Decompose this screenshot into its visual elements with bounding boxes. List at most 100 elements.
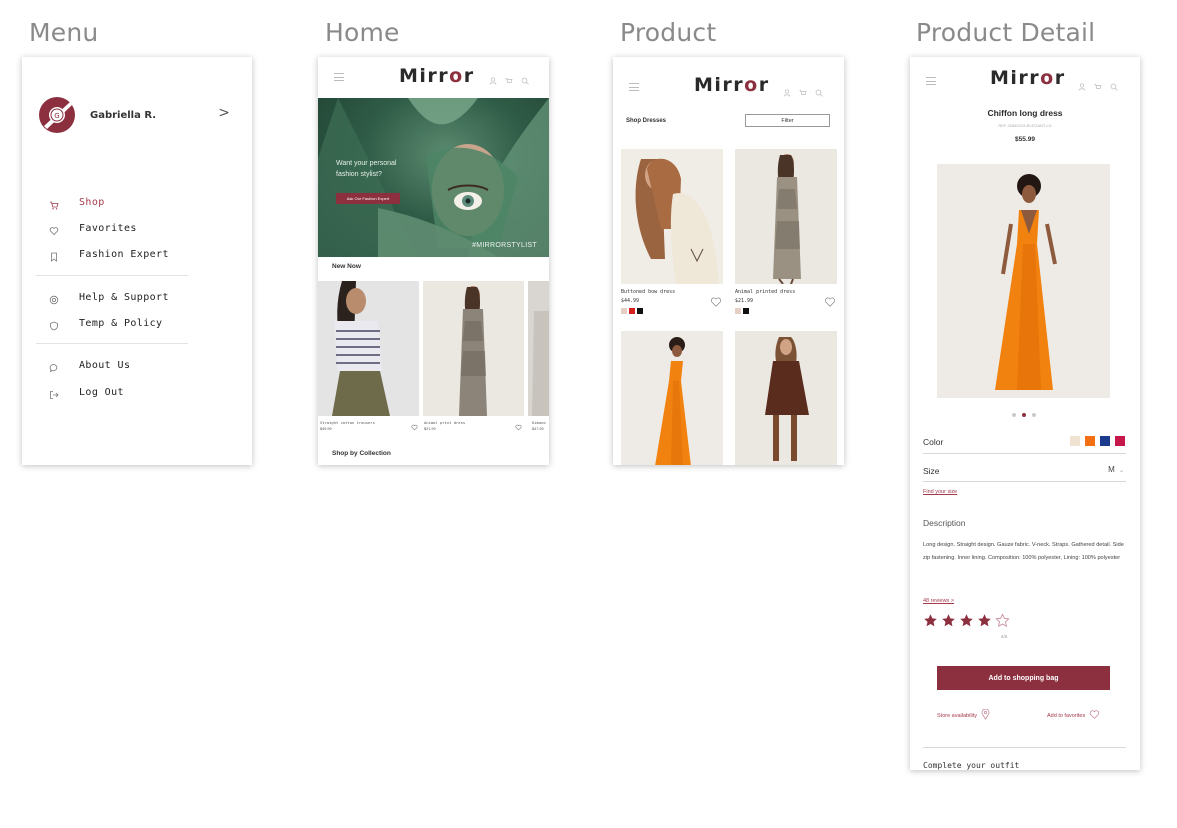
menu-item-temp-policy[interactable]: Temp & Policy [49, 315, 162, 331]
product-price: $44.99 [621, 298, 640, 304]
menu-label: About Us [79, 359, 131, 371]
product-image [735, 149, 837, 284]
brand-logo[interactable]: Mirror [399, 65, 475, 87]
profile-name: Gabriella R. [90, 109, 157, 121]
product-main-image[interactable] [937, 164, 1110, 398]
avatar[interactable]: G [38, 96, 76, 134]
menu-divider [36, 275, 188, 276]
product-card[interactable] [423, 281, 524, 416]
favorite-heart-icon[interactable] [515, 418, 522, 431]
description-heading: Description [923, 518, 966, 528]
product-price: $55.99 [1015, 136, 1035, 143]
color-option[interactable] [1085, 436, 1095, 446]
hero-hashtag: #MIRRORSTYLIST [472, 242, 537, 249]
svg-text:G: G [54, 112, 59, 120]
user-icon[interactable] [1078, 78, 1086, 91]
menu-item-about-us[interactable]: About Us [49, 357, 130, 373]
menu-item-log-out[interactable]: Log Out [49, 384, 124, 400]
filter-button[interactable]: Filter [745, 114, 830, 127]
location-pin-icon [981, 708, 990, 722]
add-to-shopping-bag-button[interactable]: Add to shopping bag [937, 666, 1110, 690]
color-swatch[interactable] [637, 308, 643, 314]
shop-dresses-heading: Shop Dresses [626, 118, 667, 124]
shop-by-collection-heading: Shop by Collection [332, 450, 391, 457]
product-card[interactable] [621, 331, 723, 465]
carousel-dot[interactable] [1032, 413, 1036, 417]
user-icon[interactable] [783, 84, 791, 97]
rating-stars[interactable] [923, 613, 1010, 628]
brand-logo[interactable]: Mirror [990, 67, 1066, 89]
product-image [621, 149, 723, 284]
section-title-home: Home [325, 18, 400, 47]
star-empty-icon [995, 613, 1010, 627]
profile-row[interactable]: G Gabriella R. > [38, 97, 238, 133]
product-card[interactable] [735, 149, 837, 284]
color-swatch[interactable] [629, 308, 635, 314]
hero-banner[interactable]: Want your personal fashion stylist? Ask … [318, 98, 549, 257]
app-header: Mirror [613, 57, 844, 97]
star-filled-icon [960, 614, 973, 627]
favorite-heart-icon[interactable] [411, 418, 418, 431]
cart-icon[interactable] [505, 72, 513, 83]
favorite-heart-icon[interactable] [824, 295, 836, 307]
cart-icon [49, 197, 59, 210]
product-price: $47.99 [532, 427, 544, 431]
hamburger-menu-icon[interactable] [334, 73, 344, 81]
color-option[interactable] [1115, 436, 1125, 446]
chat-icon [49, 360, 59, 373]
product-image [621, 331, 723, 465]
search-icon[interactable] [521, 72, 529, 85]
menu-label: Shop [79, 196, 105, 208]
product-name: Animal printed dress [735, 289, 796, 295]
menu-item-help-support[interactable]: Help & Support [49, 289, 169, 305]
logout-icon [49, 387, 59, 399]
carousel-dot-active[interactable] [1022, 413, 1026, 417]
carousel-dot[interactable] [1012, 413, 1016, 417]
reviews-link[interactable]: 48 reviews > [923, 598, 954, 604]
size-select[interactable]: M ⌄ [1108, 465, 1124, 474]
app-header: Mirror [318, 57, 549, 97]
product-price: $21.99 [424, 427, 436, 431]
search-icon[interactable] [1110, 78, 1118, 91]
menu-item-fashion-expert[interactable]: Fashion Expert [49, 246, 169, 262]
product-image [318, 281, 419, 416]
find-your-size-link[interactable]: Find your size [923, 489, 957, 495]
product-card[interactable] [528, 281, 549, 416]
divider [923, 747, 1126, 748]
star-filled-icon [978, 614, 991, 627]
color-swatch[interactable] [743, 308, 749, 314]
hero-text: Want your personal fashion stylist? [336, 160, 397, 178]
menu-item-favorites[interactable]: Favorites [49, 220, 137, 236]
color-swatch[interactable] [735, 308, 741, 314]
chevron-down-icon: ⌄ [1118, 468, 1124, 474]
add-to-favorites-link[interactable]: Add to favorites [1047, 709, 1100, 722]
color-swatch[interactable] [621, 308, 627, 314]
color-option[interactable] [1070, 436, 1080, 446]
product-card[interactable] [318, 281, 419, 416]
menu-item-shop[interactable]: Shop [49, 194, 105, 210]
hamburger-menu-icon[interactable] [926, 77, 936, 85]
product-card[interactable] [735, 331, 837, 465]
menu-label: Log Out [79, 386, 124, 398]
menu-label: Temp & Policy [79, 317, 163, 329]
ask-fashion-expert-button[interactable]: Ask Our Fashion Expert [336, 193, 400, 204]
cart-icon[interactable] [799, 84, 807, 95]
search-icon[interactable] [815, 84, 823, 97]
product-card[interactable] [621, 149, 723, 284]
menu-screen: G Gabriella R. > Shop Favorites Fashion … [22, 57, 252, 465]
heart-icon [1089, 709, 1100, 722]
color-option[interactable] [1100, 436, 1110, 446]
favorite-heart-icon[interactable] [710, 295, 722, 307]
store-availability-link[interactable]: Store availability [937, 708, 990, 722]
product-photo [937, 164, 1110, 398]
cart-icon[interactable] [1094, 78, 1102, 89]
menu-label: Fashion Expert [79, 248, 169, 260]
user-icon[interactable] [489, 72, 497, 85]
divider [923, 481, 1126, 482]
brand-logo[interactable]: Mirror [694, 74, 770, 96]
hamburger-menu-icon[interactable] [629, 83, 639, 91]
menu-label: Help & Support [79, 291, 169, 303]
chevron-right-icon[interactable]: > [218, 105, 230, 121]
product-name: Straight cotton trousers [320, 420, 375, 425]
app-header: Mirror [910, 57, 1140, 97]
